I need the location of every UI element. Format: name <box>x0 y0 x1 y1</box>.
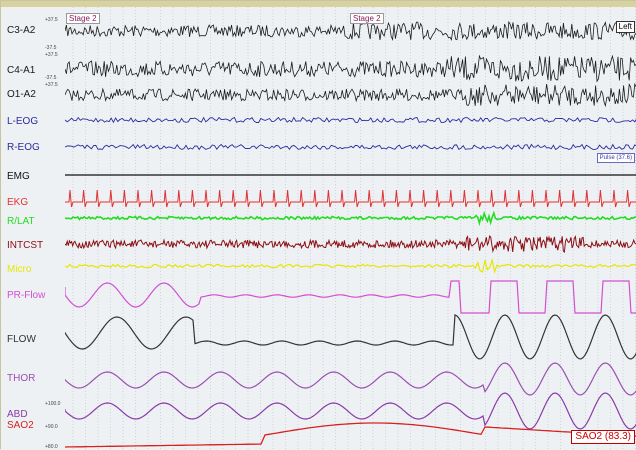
sao2-readout: SAO2 (83.3) <box>571 430 635 444</box>
scale-tick-sao2-bottom: +80.0 <box>45 444 58 450</box>
pulse-readout: Pulse (37.6) <box>596 153 635 163</box>
channel-label-r-eog[interactable]: R-EOG <box>7 142 40 154</box>
channel-label-intcst[interactable]: INTCST <box>7 240 43 252</box>
psg-viewer-window: C3-A2 C4-A1 O1-A2 L-EOG R-EOG EMG EKG R/… <box>0 0 636 450</box>
waveform-canvas[interactable] <box>65 7 636 450</box>
channel-label-rlat[interactable]: R/LAT <box>7 216 35 228</box>
scale-tick-c3-bottom: -37.5 <box>45 45 57 51</box>
channel-label-o1-a2[interactable]: O1-A2 <box>7 89 36 101</box>
channel-label-ekg[interactable]: EKG <box>7 197 28 209</box>
channel-label-c4-a1[interactable]: C4-A1 <box>7 65 35 77</box>
channel-label-thor[interactable]: THOR <box>7 373 35 385</box>
channel-label-flow[interactable]: FLOW <box>7 334 36 346</box>
scale-tick-abd-top: +100.0 <box>45 401 61 407</box>
stage-marker-2[interactable]: Stage 2 <box>350 13 384 24</box>
waveform-plot-area[interactable]: Stage 2 Stage 2 Left Pulse (37.6) SAO2 (… <box>65 7 636 450</box>
corner-tag[interactable]: Left <box>615 21 635 33</box>
channel-label-sao2[interactable]: SAO2 <box>7 420 34 432</box>
channel-label-column: C3-A2 C4-A1 O1-A2 L-EOG R-EOG EMG EKG R/… <box>1 7 65 450</box>
scale-tick-c3-top: +37.5 <box>45 17 58 23</box>
channel-label-pr-flow[interactable]: PR-Flow <box>7 290 45 302</box>
channel-label-emg[interactable]: EMG <box>7 171 30 183</box>
scale-tick-o1-top: +37.5 <box>45 82 58 88</box>
scale-tick-c4-bottom: -37.5 <box>45 75 57 81</box>
channel-label-l-eog[interactable]: L-EOG <box>7 116 38 128</box>
scale-tick-sao2-mid: +90.0 <box>45 424 58 430</box>
channel-label-c3-a2[interactable]: C3-A2 <box>7 25 35 37</box>
scale-tick-c4-top: +37.5 <box>45 52 58 58</box>
stage-marker-1[interactable]: Stage 2 <box>66 13 100 24</box>
channel-label-micro[interactable]: Micro <box>7 264 31 276</box>
